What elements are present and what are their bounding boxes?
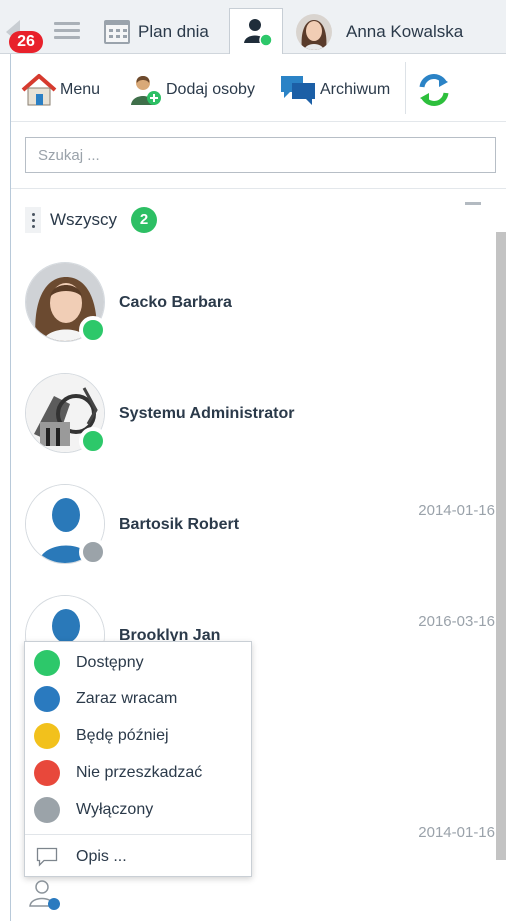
contact-name: Systemu Administrator xyxy=(119,405,295,422)
status-option-label: Nie przeszkadzać xyxy=(76,764,203,781)
collapse-icon[interactable] xyxy=(465,202,481,205)
search-box xyxy=(25,137,496,173)
user-status-icon xyxy=(29,880,60,910)
toolbar-divider xyxy=(405,62,406,114)
tab-plan-label: Plan dnia xyxy=(138,22,209,41)
status-option-be-right-back[interactable]: Zaraz wracam xyxy=(25,681,251,717)
status-available-icon xyxy=(79,427,107,455)
notification-badge: 26 xyxy=(9,31,43,53)
contacts-user-icon xyxy=(244,19,273,47)
contact-row[interactable]: Bartosik Robert 2014-01-16 xyxy=(25,484,495,566)
status-later-icon xyxy=(34,723,60,749)
refresh-icon xyxy=(419,74,449,106)
status-option-label: Dostępny xyxy=(76,654,144,671)
status-menu: Dostępny Zaraz wracam Będę później Nie p… xyxy=(24,641,252,877)
list-divider xyxy=(11,188,506,189)
status-description-option[interactable]: Opis ... xyxy=(25,839,251,875)
toolbar: Menu Dodaj osoby Archiwum xyxy=(11,54,506,122)
group-options-icon[interactable] xyxy=(25,207,41,233)
add-user-icon xyxy=(131,76,161,105)
status-description-label: Opis ... xyxy=(76,848,127,865)
status-menu-divider xyxy=(25,834,251,835)
add-people-button[interactable]: Dodaj osoby xyxy=(129,72,255,108)
status-option-label: Wyłączony xyxy=(76,801,154,818)
contact-row[interactable]: Systemu Administrator xyxy=(25,373,495,455)
status-offline-icon xyxy=(34,797,60,823)
home-icon xyxy=(21,74,57,106)
group-count-badge: 2 xyxy=(131,207,158,233)
group-name: Wszyscy xyxy=(50,210,118,229)
chat-bubbles-icon xyxy=(281,76,315,105)
contact-date: 2014-01-16 xyxy=(418,502,495,519)
status-option-offline[interactable]: Wyłączony xyxy=(25,792,251,828)
status-available-icon xyxy=(34,650,60,676)
scrollbar[interactable] xyxy=(496,232,506,860)
tab-user-profile[interactable]: Anna Kowalska xyxy=(296,12,463,52)
tab-plan-dnia[interactable]: Plan dnia xyxy=(104,14,209,50)
contact-name: Cacko Barbara xyxy=(119,294,232,311)
status-available-icon xyxy=(79,316,107,344)
status-option-label: Będę później xyxy=(76,727,169,744)
group-header[interactable]: Wszyscy 2 xyxy=(25,206,158,234)
status-option-available[interactable]: Dostępny xyxy=(25,645,251,681)
tab-bar: 26 Plan dnia Anna Kowalska xyxy=(0,0,506,54)
add-people-button-label: Dodaj osoby xyxy=(166,81,255,98)
status-dnd-icon xyxy=(34,760,60,786)
contact-date: 2016-03-16 xyxy=(418,613,495,630)
menu-button-label: Menu xyxy=(60,81,101,98)
archive-button-label: Archiwum xyxy=(320,81,391,98)
status-option-label: Zaraz wracam xyxy=(76,690,178,707)
status-away-icon xyxy=(34,686,60,712)
archive-button[interactable]: Archiwum xyxy=(279,72,390,108)
status-option-later[interactable]: Będę później xyxy=(25,718,251,754)
user-name: Anna Kowalska xyxy=(346,22,464,41)
my-status-button[interactable] xyxy=(28,878,64,912)
hamburger-menu-icon[interactable] xyxy=(54,22,80,40)
speech-bubble-icon xyxy=(36,847,58,867)
refresh-button[interactable] xyxy=(417,72,451,108)
calendar-icon xyxy=(104,20,130,44)
status-option-do-not-disturb[interactable]: Nie przeszkadzać xyxy=(25,755,251,791)
notifications-tab[interactable]: 26 xyxy=(0,14,44,53)
status-offline-icon xyxy=(79,538,107,566)
contact-name: Bartosik Robert xyxy=(119,516,240,533)
contact-row[interactable]: Cacko Barbara xyxy=(25,262,495,344)
menu-button[interactable]: Menu xyxy=(21,72,100,108)
user-avatar xyxy=(296,14,332,50)
tab-contacts[interactable] xyxy=(229,8,283,54)
contact-date: 2014-01-16 xyxy=(418,824,495,841)
search-input[interactable] xyxy=(26,138,495,172)
